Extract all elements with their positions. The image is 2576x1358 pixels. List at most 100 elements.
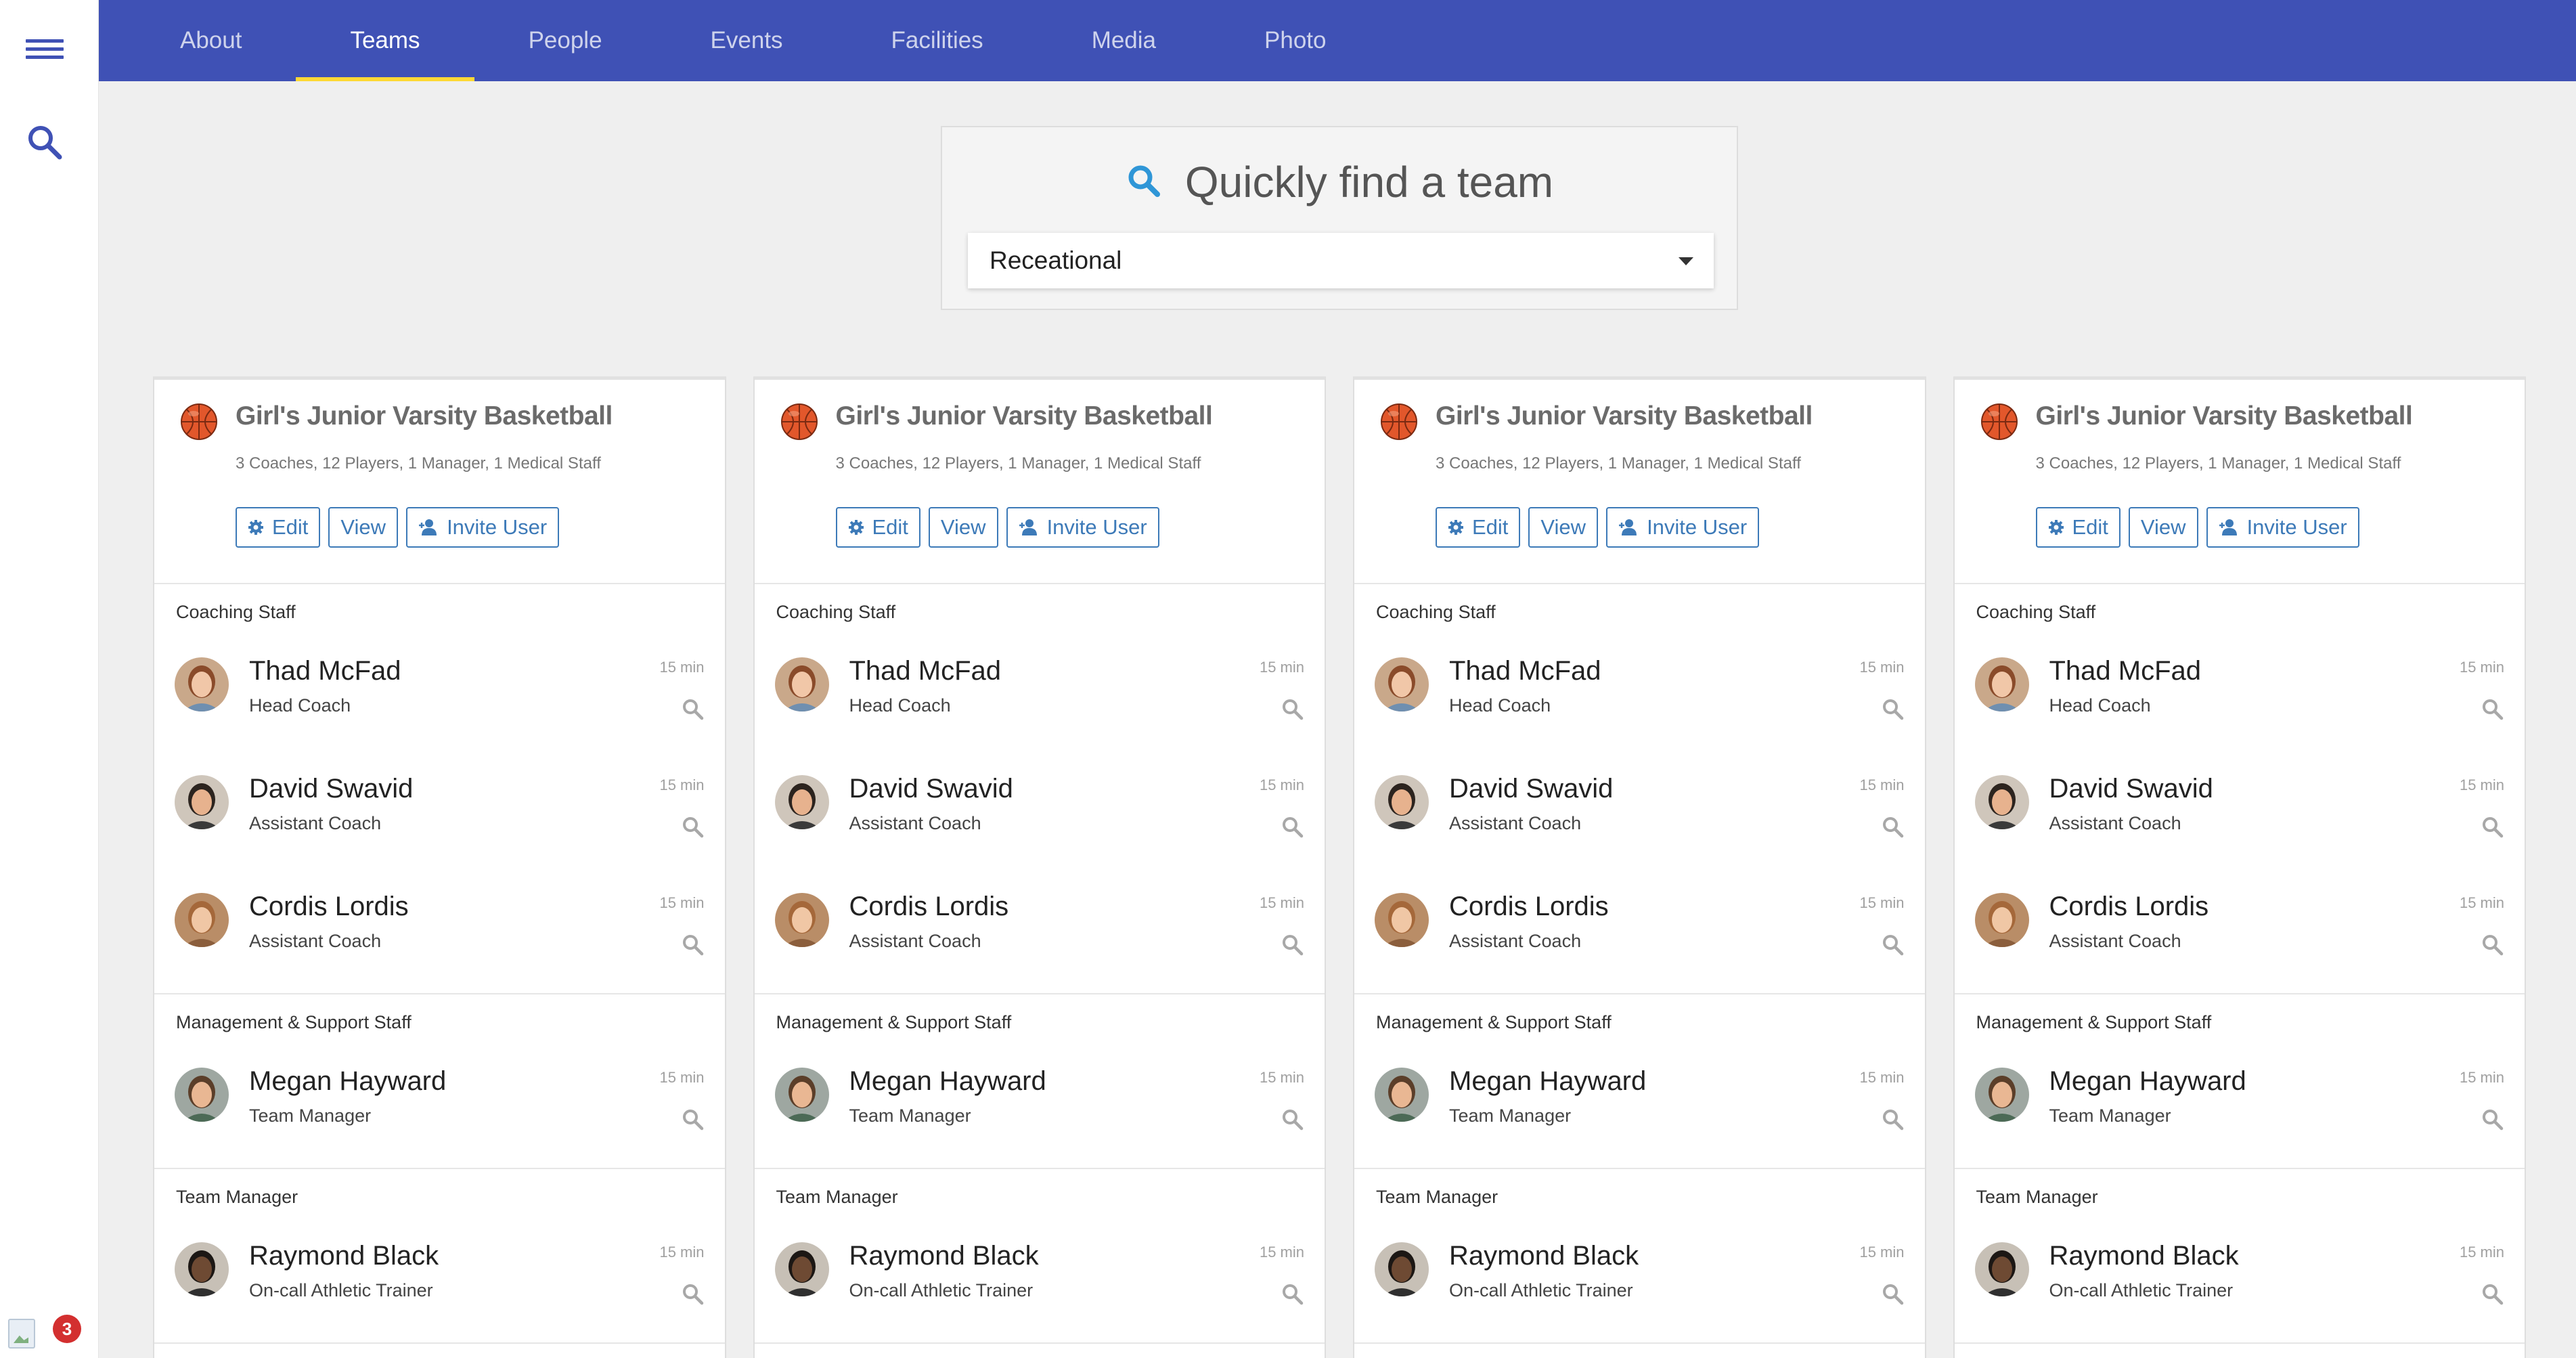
person-role: On-call Athletic Trainer: [2049, 1280, 2234, 1300]
search-icon[interactable]: [1880, 1282, 1905, 1306]
last-active-time: 15 min: [1259, 659, 1304, 676]
search-icon[interactable]: [1280, 1107, 1304, 1131]
team-card-header: Girl's Junior Varsity Basketball 3 Coach…: [1354, 380, 1925, 584]
search-icon[interactable]: [2480, 814, 2504, 839]
view-button[interactable]: View: [928, 507, 998, 548]
view-button[interactable]: View: [328, 507, 399, 548]
invite-user-button[interactable]: Invite User: [406, 507, 560, 548]
tab-about[interactable]: About: [126, 0, 296, 81]
section-label: Coaching Staff: [1376, 601, 1496, 622]
list-item[interactable]: Raymond Black On-call Athletic Trainer 1…: [1955, 1225, 2525, 1342]
list-item[interactable]: Cordis Lordis Assistant Coach 15 min: [755, 875, 1325, 993]
staff-section: Team Manager Raymond Black On-call Athle…: [154, 1169, 725, 1344]
invite-user-button[interactable]: Invite User: [1606, 507, 1760, 548]
list-item[interactable]: Raymond Black On-call Athletic Trainer 1…: [1354, 1225, 1925, 1342]
people-list: Raymond Black On-call Athletic Trainer 1…: [1955, 1225, 2525, 1342]
hamburger-menu-icon[interactable]: [26, 39, 64, 66]
team-actions: Edit View Invite User: [1436, 507, 1760, 548]
search-icon[interactable]: [2480, 697, 2504, 721]
list-item[interactable]: Megan Hayward Team Manager 15 min: [1354, 1050, 1925, 1168]
avatar: [1375, 893, 1429, 947]
edit-button[interactable]: Edit: [2035, 507, 2120, 548]
people-list: Thad McFad Head Coach 15 min David Swavi…: [755, 640, 1325, 993]
last-active-time: 15 min: [2459, 1244, 2504, 1261]
top-navigation: About Teams People Events Facilities Med…: [99, 0, 2576, 81]
list-item[interactable]: Cordis Lordis Assistant Coach 15 min: [1955, 875, 2525, 993]
invite-user-label: Invite User: [2246, 515, 2347, 539]
search-icon[interactable]: [26, 123, 66, 164]
search-icon[interactable]: [1280, 814, 1304, 839]
team-actions: Edit View Invite User: [236, 507, 560, 548]
list-item[interactable]: David Swavid Assistant Coach 15 min: [154, 758, 725, 875]
list-item[interactable]: Cordis Lordis Assistant Coach 15 min: [1354, 875, 1925, 993]
view-button[interactable]: View: [1528, 507, 1599, 548]
search-icon[interactable]: [2480, 1107, 2504, 1131]
avatar: [1974, 1068, 2029, 1122]
list-item[interactable]: Raymond Black On-call Athletic Trainer 1…: [755, 1225, 1325, 1342]
search-icon[interactable]: [1880, 814, 1905, 839]
search-icon[interactable]: [1280, 932, 1304, 957]
tab-people[interactable]: People: [474, 0, 657, 81]
avatar: [774, 893, 829, 947]
edit-button[interactable]: Edit: [1436, 507, 1521, 548]
invite-user-button[interactable]: Invite User: [1006, 507, 1159, 548]
search-icon[interactable]: [2480, 1282, 2504, 1306]
team-card-header: Girl's Junior Varsity Basketball 3 Coach…: [754, 380, 1325, 584]
add-user-icon: [1619, 519, 1637, 535]
last-active-time: 15 min: [1859, 776, 1905, 793]
list-item[interactable]: Thad McFad Head Coach 15 min: [1955, 640, 2525, 758]
search-icon[interactable]: [1280, 697, 1304, 721]
person-role: Head Coach: [1449, 695, 1551, 716]
people-list: Megan Hayward Team Manager 15 min: [1354, 1050, 1925, 1168]
avatar: [175, 775, 229, 829]
last-active-time: 15 min: [1259, 1244, 1304, 1261]
search-icon[interactable]: [2480, 932, 2504, 957]
invite-user-button[interactable]: Invite User: [2206, 507, 2359, 548]
edit-button[interactable]: Edit: [236, 507, 321, 548]
list-item[interactable]: Raymond Black On-call Athletic Trainer 1…: [154, 1225, 725, 1342]
list-item[interactable]: David Swavid Assistant Coach 15 min: [1955, 758, 2525, 875]
list-item[interactable]: Cordis Lordis Assistant Coach 15 min: [154, 875, 725, 993]
list-item[interactable]: David Swavid Assistant Coach 15 min: [1354, 758, 1925, 875]
section-label: Coaching Staff: [776, 601, 896, 622]
list-item[interactable]: Thad McFad Head Coach 15 min: [154, 640, 725, 758]
person-name: Raymond Black: [1449, 1241, 1639, 1271]
search-icon[interactable]: [1280, 1282, 1304, 1306]
team-card-header: Girl's Junior Varsity Basketball 3 Coach…: [154, 380, 725, 584]
avatar: [1974, 1242, 2029, 1296]
person-name: Thad McFad: [2049, 656, 2202, 686]
list-item[interactable]: Megan Hayward Team Manager 15 min: [1955, 1050, 2525, 1168]
person-role: Team Manager: [249, 1105, 372, 1126]
notification-badge[interactable]: 3: [53, 1315, 81, 1343]
tab-events[interactable]: Events: [657, 0, 837, 81]
search-icon[interactable]: [680, 1107, 705, 1131]
staff-section: Team Manager Raymond Black On-call Athle…: [1354, 1169, 1925, 1344]
tab-photo[interactable]: Photo: [1210, 0, 1380, 81]
search-icon[interactable]: [1880, 932, 1905, 957]
list-item[interactable]: Megan Hayward Team Manager 15 min: [755, 1050, 1325, 1168]
staff-sections: Coaching Staff Thad McFad Head Coach 15 …: [1954, 584, 2525, 1344]
view-button[interactable]: View: [2128, 507, 2198, 548]
search-icon[interactable]: [680, 697, 705, 721]
search-icon[interactable]: [680, 814, 705, 839]
list-item[interactable]: Megan Hayward Team Manager 15 min: [154, 1050, 725, 1168]
search-icon[interactable]: [1880, 1107, 1905, 1131]
search-icon[interactable]: [680, 932, 705, 957]
last-active-time: 15 min: [1859, 659, 1905, 676]
avatar: [1375, 1068, 1429, 1122]
list-item[interactable]: David Swavid Assistant Coach 15 min: [755, 758, 1325, 875]
search-icon[interactable]: [1880, 697, 1905, 721]
tab-media[interactable]: Media: [1038, 0, 1210, 81]
edit-button[interactable]: Edit: [835, 507, 920, 548]
section-label: Management & Support Staff: [176, 1011, 412, 1032]
person-name: Megan Hayward: [249, 1066, 447, 1096]
list-item[interactable]: Thad McFad Head Coach 15 min: [1354, 640, 1925, 758]
person-role: Assistant Coach: [2049, 931, 2181, 951]
team-type-select[interactable]: Receational: [968, 233, 1714, 288]
list-item[interactable]: Thad McFad Head Coach 15 min: [755, 640, 1325, 758]
add-user-icon: [1019, 519, 1037, 535]
staff-section: Management & Support Staff Megan Hayward…: [1354, 994, 1925, 1169]
search-icon[interactable]: [680, 1282, 705, 1306]
tab-teams[interactable]: Teams: [296, 0, 474, 81]
tab-facilities[interactable]: Facilities: [837, 0, 1038, 81]
